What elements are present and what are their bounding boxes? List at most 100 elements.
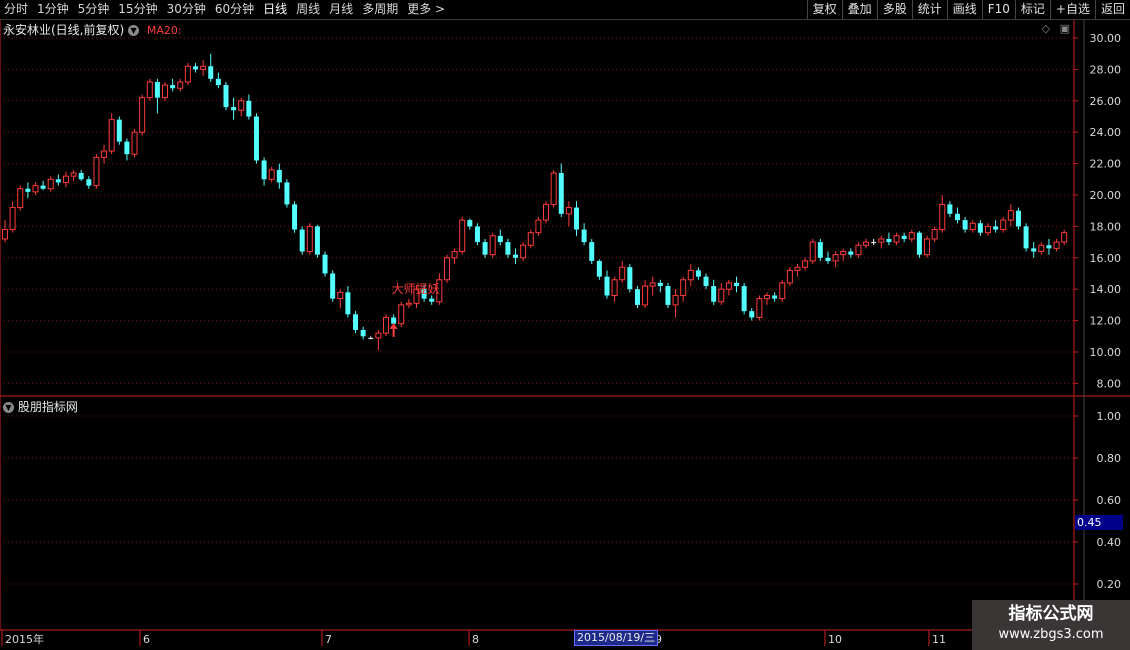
price-axis-label: 24.00: [1090, 126, 1122, 139]
price-axis-label: 30.00: [1090, 32, 1122, 45]
price-axis-label: 12.00: [1090, 315, 1122, 328]
candle-body-down: [193, 66, 198, 70]
watermark-url: www.zbgs3.com: [998, 627, 1104, 642]
candle-body-up: [543, 203, 550, 221]
candle-body-up: [93, 156, 100, 187]
candlestick-series: [2, 53, 1068, 351]
candle-body-up: [794, 266, 801, 271]
candle-body-down: [25, 188, 31, 192]
candle-body-down: [345, 292, 351, 315]
candle-body-up: [146, 81, 153, 99]
price-axis-label: 20.00: [1090, 189, 1122, 202]
candle-body-up: [32, 185, 39, 193]
candle-body-up: [687, 269, 694, 281]
candle-body-down: [505, 242, 511, 255]
price-axis: 30.00 28.00 26.00 24.00 22.00 20.00 18.00 16.00…: [1074, 32, 1121, 390]
candle-body-up: [451, 251, 458, 259]
candle-body-up: [786, 269, 793, 284]
candle-body-up: [398, 304, 405, 325]
time-axis-label: 8: [472, 633, 479, 646]
candle-body-down: [353, 314, 359, 331]
candle-body-up: [306, 225, 313, 253]
candle-body-up: [70, 172, 77, 177]
indicator-axis-label: 0.80: [1097, 452, 1122, 465]
candle-body-down: [261, 160, 267, 180]
candle-body-down: [627, 267, 633, 290]
candle-body-down: [246, 100, 252, 117]
indicator-title-bar: ▼ 股朋指标网: [3, 398, 78, 415]
candle-body-down: [634, 289, 640, 305]
candle-body-down: [322, 254, 328, 274]
candle-body-up: [840, 251, 847, 256]
candle-body-up: [131, 131, 138, 155]
candle-body-up: [809, 241, 816, 262]
candle-body-up: [375, 332, 382, 339]
candle-body-up: [969, 222, 976, 231]
candle-body-up: [527, 232, 534, 246]
candle-body-down: [665, 286, 671, 305]
grid-lines: [0, 20, 1130, 631]
candle-body-up: [863, 241, 870, 246]
candle-body-up: [672, 294, 679, 306]
chevron-down-icon[interactable]: ▼: [3, 402, 14, 413]
candle-body-down: [886, 238, 892, 243]
candle-body-up: [17, 188, 24, 209]
candle-body-up: [459, 219, 466, 253]
candle-body-up: [1000, 219, 1007, 231]
candle-body-up: [337, 291, 344, 300]
candle-body-down: [276, 169, 282, 183]
candle-body-up: [9, 207, 16, 231]
candle-body-down: [1023, 226, 1029, 249]
candle-body-down: [589, 242, 595, 261]
candle-body-up: [779, 282, 786, 300]
price-axis-label: 28.00: [1090, 63, 1122, 76]
candle-body-down: [497, 235, 503, 243]
candle-body-up: [984, 225, 991, 234]
candle-body-down: [314, 226, 320, 255]
candle-body-up: [642, 285, 649, 306]
candle-body-down: [848, 251, 854, 255]
candle-body-up: [1053, 241, 1060, 249]
candle-body-down: [977, 223, 983, 233]
candle-body-down: [474, 226, 480, 243]
candle-body-down: [695, 270, 701, 277]
candle-body-up: [939, 203, 946, 231]
time-axis: 2015年 6 7 8 9 10 11: [1, 630, 946, 646]
candle-body-up: [139, 97, 146, 133]
candle-body-down: [741, 286, 747, 312]
candle-body-down: [284, 182, 290, 205]
candle-body-up: [878, 238, 885, 243]
candle-body-up: [62, 175, 69, 183]
candle-body-up: [268, 169, 275, 180]
time-axis-label: 2015年: [5, 632, 44, 646]
candle-body-down: [78, 173, 84, 180]
candle-body-up: [101, 150, 108, 158]
candle-body-up: [611, 279, 618, 296]
candle-body-up: [535, 219, 542, 234]
watermark-title: 指标公式网: [1008, 604, 1094, 624]
candle-body-down: [330, 273, 336, 299]
candle-body-up: [108, 119, 115, 152]
candle-body-up: [383, 316, 389, 334]
price-axis-label: 18.00: [1090, 220, 1122, 233]
candle-body-up: [764, 294, 770, 300]
candle-body-down: [596, 260, 602, 277]
candle-body-up: [855, 244, 862, 256]
candle-body-up: [200, 65, 207, 70]
candle-body-down: [231, 107, 237, 111]
candle-body-down: [299, 229, 305, 252]
time-axis-label: 11: [932, 633, 946, 646]
selected-date-flag: 2015/08/19/三: [574, 630, 659, 646]
candle-body-down: [962, 220, 968, 230]
candle-body-down: [368, 337, 374, 339]
candle-body-down: [993, 226, 999, 230]
candle-body-up: [649, 282, 656, 287]
candle-body-down: [513, 254, 519, 258]
candle-body-down: [208, 66, 214, 79]
kline-chart[interactable]: 30.00 28.00 26.00 24.00 22.00 20.00 18.00 16.00…: [0, 0, 1130, 650]
candle-body-up: [908, 232, 915, 240]
candle-body-down: [467, 220, 473, 227]
candle-body-down: [711, 286, 717, 302]
watermark: 指标公式网 www.zbgs3.com: [972, 600, 1130, 650]
candle-body-up: [680, 279, 687, 296]
